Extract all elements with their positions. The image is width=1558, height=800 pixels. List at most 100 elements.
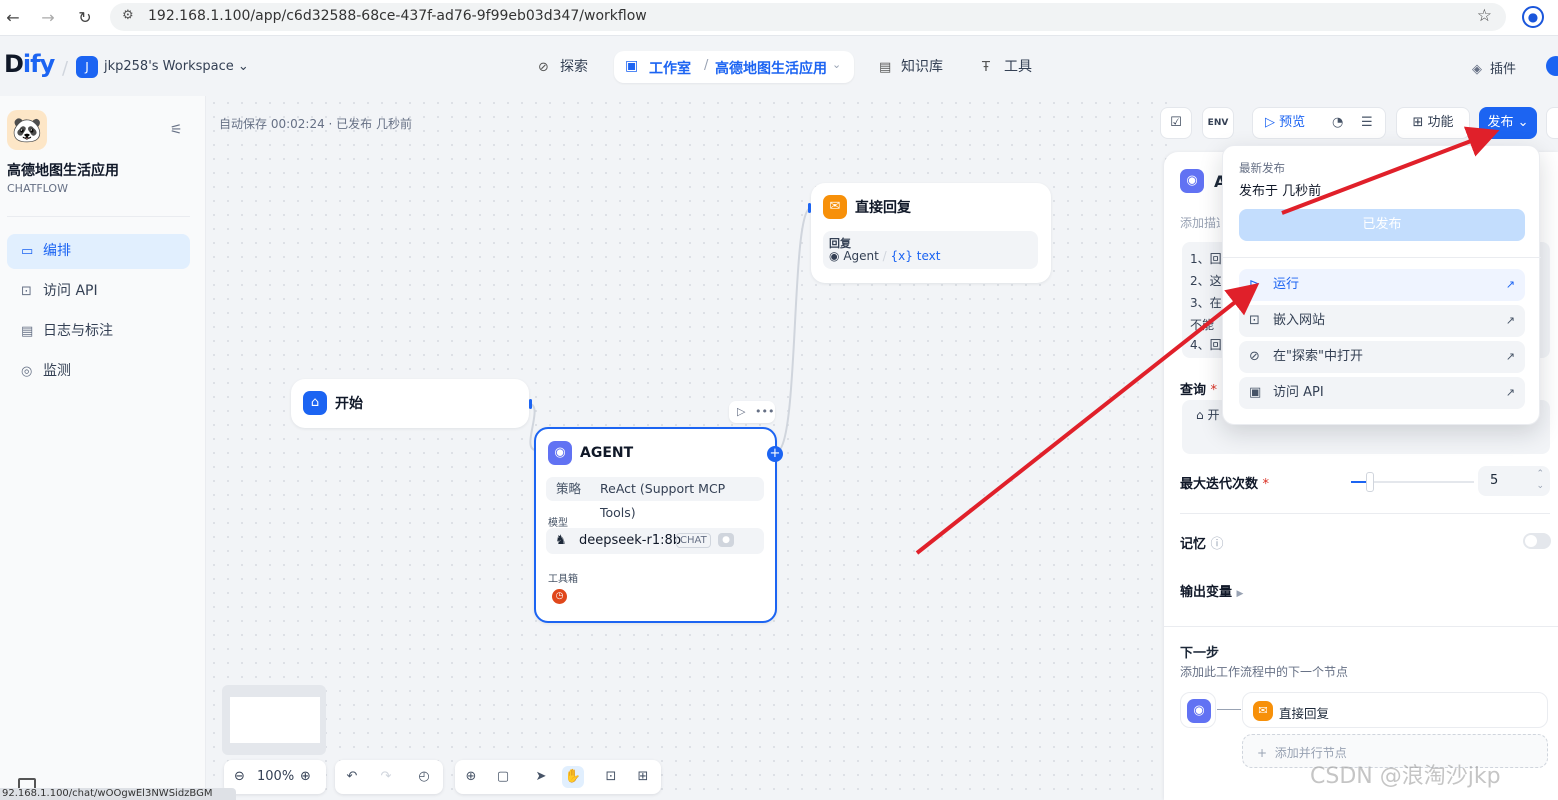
iterations-input[interactable]: 5 ⌃ ⌄ <box>1478 466 1550 496</box>
menu-item-run[interactable]: ⊳ 运行 ↗ <box>1239 269 1525 301</box>
max-iterations-label: 最大迭代次数 * <box>1180 477 1270 492</box>
nav-explore[interactable]: ⊘ 探索 <box>538 52 588 82</box>
checklist-small-icon[interactable]: ☰ <box>1361 108 1373 138</box>
panel-divider <box>1180 513 1550 514</box>
external-link-icon: ↗ <box>1505 278 1515 291</box>
zoom-out-icon[interactable]: ⊖ <box>234 760 245 794</box>
add-next-node-button[interactable]: + <box>767 446 783 462</box>
agent-node-actions[interactable]: ▷ ••• <box>729 401 775 423</box>
clock-tool-icon: ◷ <box>552 589 567 604</box>
sidebar-divider <box>7 216 190 217</box>
app-title: 高德地图生活应用 <box>7 163 119 179</box>
hand-icon[interactable]: ✋ <box>562 766 584 788</box>
sidebar-item-label: 编排 <box>43 243 71 259</box>
sidebar-item-label: 监测 <box>43 363 71 379</box>
plugins-label: 插件 <box>1490 62 1517 77</box>
reply-input-handle[interactable] <box>808 203 811 213</box>
chevron-down-icon[interactable]: ⌄ <box>832 58 841 71</box>
model-type-badge: CHAT <box>676 533 711 548</box>
panel-divider <box>1164 626 1558 627</box>
nav-studio[interactable]: ▣ 工作室 / 高德地图生活应用 ⌄ <box>614 51 854 83</box>
compass-icon: ⊘ <box>538 60 549 75</box>
workspace-name: jkp258's Workspace <box>104 59 234 74</box>
menu-item-api[interactable]: ▣ 访问 API ↗ <box>1239 377 1525 409</box>
start-output-handle[interactable] <box>529 399 532 409</box>
more-actions-button[interactable] <box>1546 107 1558 139</box>
sidebar-item-logs[interactable]: ▤ 日志与标注 <box>7 314 190 349</box>
external-link-icon: ↗ <box>1505 350 1515 363</box>
start-node[interactable]: ⌂ 开始 <box>291 379 529 428</box>
run-node-icon[interactable]: ▷ <box>737 401 745 423</box>
published-button[interactable]: 已发布 <box>1239 209 1525 241</box>
preview-button[interactable]: ▷ 预览 <box>1265 108 1305 138</box>
export-image-icon[interactable]: ⊡ <box>600 766 622 788</box>
output-vars-label[interactable]: 输出变量 ▶ <box>1180 581 1243 600</box>
history-icon[interactable]: ◴ <box>413 766 435 788</box>
zoom-controls: ⊖ 100% ⊕ <box>224 760 326 794</box>
preview-label: 预览 <box>1279 115 1306 130</box>
redo-icon[interactable]: ↷ <box>375 766 397 788</box>
pointer-icon[interactable]: ➤ <box>530 766 552 788</box>
agent-strategy: 策略 ReAct (Support MCP Tools) <box>546 477 764 520</box>
sidebar-item-monitor[interactable]: ◎ 监测 <box>7 354 190 389</box>
zoom-level[interactable]: 100% <box>257 760 294 794</box>
more-icon[interactable]: ••• <box>755 401 774 423</box>
stepper-icon[interactable]: ⌃ ⌄ <box>1536 468 1544 492</box>
panel-description[interactable]: 添加描述... <box>1180 214 1220 231</box>
reply-var-name: {x} text <box>890 249 941 263</box>
features-button[interactable]: ⊞ 功能 <box>1396 107 1470 139</box>
forward-icon[interactable]: → <box>37 7 59 29</box>
sidebar-item-orchestrate[interactable]: ▭ 编排 <box>7 234 190 269</box>
breadcrumb-separator: / <box>704 58 709 73</box>
reply-node[interactable]: ✉ 直接回复 回复 ◉ Agent / {x} text <box>811 183 1051 283</box>
layout-icon: ▭ <box>21 244 34 259</box>
undo-icon[interactable]: ↶ <box>341 766 363 788</box>
run-history-icon[interactable]: ◔ <box>1332 108 1343 138</box>
back-icon[interactable]: ← <box>2 7 24 29</box>
user-avatar[interactable] <box>1546 56 1558 76</box>
menu-item-explore[interactable]: ⊘ 在"探索"中打开 ↗ <box>1239 341 1525 373</box>
current-app-name[interactable]: 高德地图生活应用 <box>715 58 827 78</box>
memory-toggle[interactable] <box>1523 533 1551 549</box>
instruction-line: 2、这 <box>1190 274 1222 288</box>
dify-logo[interactable]: Dify <box>4 50 55 78</box>
env-button[interactable]: ENV <box>1202 107 1234 139</box>
add-node-icon[interactable]: ⊕ <box>460 766 482 788</box>
url-text[interactable]: 192.168.1.100/app/c6d32588-68ce-437f-ad7… <box>148 8 647 24</box>
profile-icon[interactable]: ● <box>1522 6 1544 28</box>
address-bar[interactable]: ⚙ 192.168.1.100/app/c6d32588-68ce-437f-a… <box>110 3 1506 31</box>
nav-knowledge[interactable]: ▤ 知识库 <box>879 52 943 82</box>
app-sidebar: 🐼 ⚟ 高德地图生活应用 CHATFLOW ▭ 编排 ⊡ 访问 API ▤ 日志与标注… <box>0 96 206 800</box>
settings-sliders-icon[interactable]: ⚟ <box>170 122 183 138</box>
reload-icon[interactable]: ↻ <box>74 7 96 29</box>
help-icon[interactable]: ⓘ <box>1211 537 1224 552</box>
workspace-selector[interactable]: jkp258's Workspace ⌄ <box>104 59 249 74</box>
next-node-title: 直接回复 <box>1279 706 1330 721</box>
strategy-value: ReAct (Support MCP Tools) <box>600 481 726 520</box>
minimap[interactable] <box>222 685 326 755</box>
site-info-icon[interactable]: ⚙ <box>122 8 134 23</box>
agent-icon: ◉ <box>1180 169 1204 193</box>
agent-icon: ◉ <box>1187 699 1211 723</box>
agent-node-title: AGENT <box>580 445 634 461</box>
zoom-in-icon[interactable]: ⊕ <box>300 760 311 794</box>
add-note-icon[interactable]: ▢ <box>492 766 514 788</box>
menu-item-embed[interactable]: ⊡ 嵌入网站 ↗ <box>1239 305 1525 337</box>
home-icon: ⌂ <box>303 391 327 415</box>
next-node-reply[interactable]: ✉ 直接回复 <box>1242 692 1548 728</box>
nav-knowledge-label: 知识库 <box>901 59 943 75</box>
agent-node[interactable]: ◉ AGENT 策略 ReAct (Support MCP Tools) 模型 ♞ … <box>534 427 777 623</box>
organize-icon[interactable]: ⊞ <box>632 766 654 788</box>
features-icon: ⊞ <box>1412 115 1424 130</box>
history-controls: ↶ ↷ ◴ <box>335 760 443 794</box>
bookmark-star-icon[interactable]: ☆ <box>1477 6 1492 26</box>
workspace-avatar[interactable]: J <box>76 56 98 78</box>
plugins-button[interactable]: ◈ 插件 <box>1472 58 1516 77</box>
iterations-slider-thumb[interactable] <box>1366 472 1374 492</box>
next-source-node: ◉ <box>1180 692 1216 728</box>
nav-tools[interactable]: Ŧ 工具 <box>982 52 1032 82</box>
checklist-button[interactable]: ☑ <box>1160 107 1192 139</box>
sidebar-item-api[interactable]: ⊡ 访问 API <box>7 274 190 309</box>
model-label: 模型 <box>548 518 568 529</box>
publish-button[interactable]: 发布 ⌄ <box>1479 107 1537 139</box>
